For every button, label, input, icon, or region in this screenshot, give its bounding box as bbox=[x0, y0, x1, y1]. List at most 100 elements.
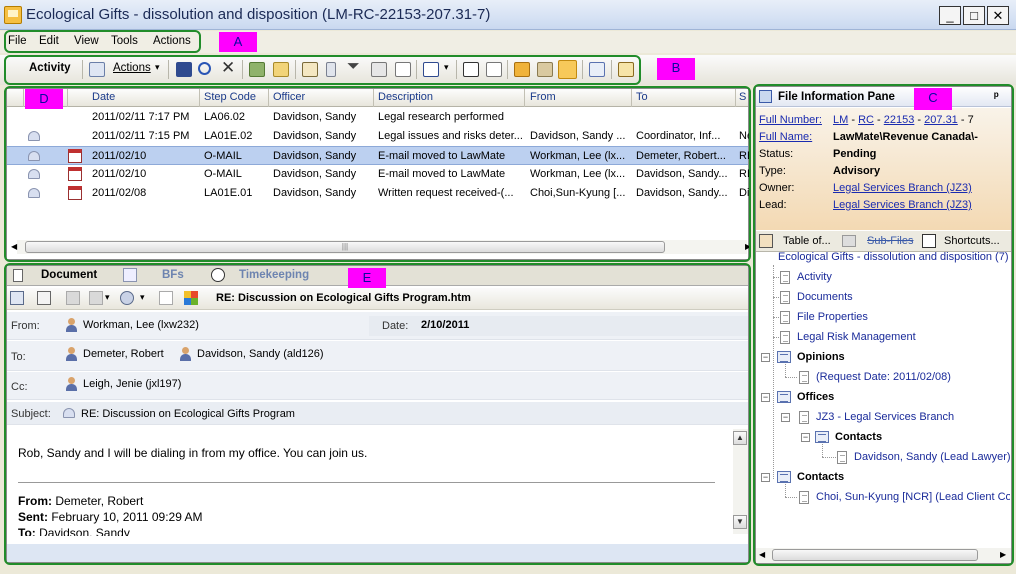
tree-documents[interactable]: Documents bbox=[797, 291, 853, 303]
owner-value[interactable]: Legal Services Branch (JZ3) bbox=[833, 182, 972, 194]
message-vertical-scrollbar[interactable]: ▲ ▼ bbox=[733, 429, 748, 534]
windows-icon[interactable] bbox=[184, 291, 198, 305]
menu-view[interactable]: View bbox=[74, 35, 99, 47]
sort-icon[interactable] bbox=[326, 62, 336, 77]
to-value-2[interactable]: Davidson, Sandy (ald126) bbox=[197, 348, 324, 360]
activity-button[interactable]: Activity bbox=[29, 62, 71, 74]
maximize-button[interactable]: □ bbox=[963, 6, 985, 25]
move-icon[interactable] bbox=[249, 62, 265, 77]
table-row[interactable]: 2011/02/10 O-MAIL Davidson, Sandy E-mail mo… bbox=[7, 146, 749, 165]
grid-view-dropdown-icon[interactable]: ▾ bbox=[444, 62, 449, 73]
grid-view-icon[interactable] bbox=[423, 62, 439, 77]
expand-icon[interactable] bbox=[486, 62, 502, 77]
column-officer[interactable]: Officer bbox=[273, 91, 305, 103]
tree-office-contacts[interactable]: Contacts bbox=[835, 431, 882, 443]
attach-icon[interactable] bbox=[537, 62, 553, 77]
table-row[interactable]: 2011/02/11 7:15 PM LA01E.02 Davidson, Sand… bbox=[7, 127, 749, 146]
tree-activity[interactable]: Activity bbox=[797, 271, 832, 283]
edit-dropdown-icon[interactable]: ▾ bbox=[105, 292, 110, 303]
preview-icon[interactable] bbox=[395, 62, 411, 77]
column-to[interactable]: To bbox=[636, 91, 648, 103]
scrollbar-thumb[interactable] bbox=[772, 549, 978, 561]
column-date[interactable]: Date bbox=[92, 91, 115, 103]
menu-actions[interactable]: Actions bbox=[153, 35, 191, 47]
collapse-icon[interactable]: − bbox=[761, 393, 770, 402]
tab-table-of-contents[interactable]: Table of... bbox=[783, 235, 831, 247]
tree-office-contact-davidson[interactable]: Davidson, Sandy (Lead Lawyer) bbox=[854, 451, 1011, 463]
cc-value[interactable]: Leigh, Jenie (jxl197) bbox=[83, 378, 181, 390]
save-icon[interactable] bbox=[176, 62, 192, 77]
grid-horizontal-scrollbar[interactable]: ◀ ||| ▶ bbox=[11, 240, 751, 254]
scroll-left-icon[interactable]: ◀ bbox=[11, 242, 17, 251]
open-external-icon[interactable] bbox=[463, 62, 479, 77]
full-number-part[interactable]: 207.31 bbox=[924, 114, 958, 126]
actions-button[interactable]: Actions bbox=[113, 62, 151, 74]
print-icon[interactable] bbox=[10, 291, 24, 305]
scroll-right-icon[interactable]: ▶ bbox=[745, 242, 751, 251]
column-from[interactable]: From bbox=[530, 91, 556, 103]
tab-sub-files[interactable]: Sub-Files bbox=[867, 235, 913, 247]
tab-timekeeping[interactable]: Timekeeping bbox=[239, 269, 309, 281]
from-value[interactable]: Workman, Lee (lxw232) bbox=[83, 319, 199, 331]
search-icon[interactable] bbox=[589, 62, 605, 77]
attachment-icon[interactable] bbox=[120, 291, 134, 305]
collapse-icon[interactable]: − bbox=[761, 353, 770, 362]
tree-root[interactable]: Ecological Gifts - dissolution and dispo… bbox=[778, 251, 1009, 263]
tab-shortcuts[interactable]: Shortcuts... bbox=[944, 235, 1000, 247]
check-icon[interactable] bbox=[66, 291, 80, 305]
menu-tools[interactable]: Tools bbox=[111, 35, 138, 47]
pane-toggle-icon[interactable] bbox=[558, 60, 577, 79]
properties-icon[interactable] bbox=[618, 62, 634, 77]
undo-icon[interactable] bbox=[198, 62, 211, 75]
pin-icon[interactable]: ᵖ bbox=[994, 89, 999, 103]
blank-doc-icon[interactable] bbox=[159, 291, 173, 305]
scroll-down-icon[interactable]: ▼ bbox=[733, 515, 747, 529]
refresh-icon[interactable] bbox=[514, 62, 530, 77]
full-name-label[interactable]: Full Name: bbox=[759, 131, 812, 143]
note-icon[interactable] bbox=[273, 62, 289, 77]
tab-bfs[interactable]: BFs bbox=[162, 269, 184, 281]
tree-contacts[interactable]: Contacts bbox=[797, 471, 844, 483]
filter-icon[interactable]: ⏷ bbox=[347, 58, 360, 76]
columns-icon[interactable] bbox=[302, 62, 318, 77]
tree-legal-risk-management[interactable]: Legal Risk Management bbox=[797, 331, 916, 343]
to-value-1[interactable]: Demeter, Robert bbox=[83, 348, 164, 360]
minimize-button[interactable]: _ bbox=[939, 6, 961, 25]
scroll-left-icon[interactable]: ◀ bbox=[759, 550, 765, 559]
tree-horizontal-scrollbar[interactable]: ◀ ▶ bbox=[756, 548, 1011, 563]
table-row[interactable]: 2011/02/08 LA01E.01 Davidson, Sandy Written… bbox=[7, 184, 749, 203]
full-number-label[interactable]: Full Number: bbox=[759, 114, 822, 126]
column-description[interactable]: Description bbox=[378, 91, 433, 103]
edit-icon[interactable] bbox=[89, 291, 103, 305]
table-row[interactable]: 2011/02/10 O-MAIL Davidson, Sandy E-mail mo… bbox=[7, 165, 749, 184]
lead-value[interactable]: Legal Services Branch (JZ3) bbox=[833, 199, 972, 211]
column-step-code[interactable]: Step Code bbox=[204, 91, 256, 103]
tree-file-properties[interactable]: File Properties bbox=[797, 311, 868, 323]
scroll-up-icon[interactable]: ▲ bbox=[733, 431, 747, 445]
collapse-icon[interactable]: − bbox=[801, 433, 810, 442]
menu-file[interactable]: File bbox=[8, 35, 27, 47]
tree-opinions[interactable]: Opinions bbox=[797, 351, 845, 363]
actions-dropdown-icon[interactable]: ▾ bbox=[155, 62, 160, 73]
column-s[interactable]: S bbox=[739, 91, 746, 103]
open-icon[interactable] bbox=[37, 291, 51, 305]
full-number-part[interactable]: 22153 bbox=[884, 114, 915, 126]
tree-opinion-request[interactable]: (Request Date: 2011/02/08) bbox=[816, 371, 951, 383]
scrollbar-thumb[interactable]: ||| bbox=[25, 241, 665, 253]
message-body[interactable]: Rob, Sandy and I will be dialing in from… bbox=[7, 426, 733, 546]
tree-contact-choi[interactable]: Choi, Sun-Kyung [NCR] (Lead Client Cor bbox=[816, 491, 1010, 503]
menu-edit[interactable]: Edit bbox=[39, 35, 59, 47]
collapse-icon[interactable]: − bbox=[761, 473, 770, 482]
tree-office-jz3[interactable]: JZ3 - Legal Services Branch bbox=[816, 411, 954, 423]
scroll-right-icon[interactable]: ▶ bbox=[1000, 550, 1006, 559]
full-number-part[interactable]: LM bbox=[833, 114, 848, 126]
full-number-part[interactable]: RC bbox=[858, 114, 874, 126]
delete-icon[interactable]: ✕ bbox=[221, 58, 235, 78]
group-icon[interactable] bbox=[371, 62, 387, 77]
tab-document[interactable]: Document bbox=[41, 269, 97, 281]
table-row[interactable]: 2011/02/11 7:17 PM LA06.02 Davidson, Sandy… bbox=[7, 108, 748, 127]
tree-offices[interactable]: Offices bbox=[797, 391, 834, 403]
collapse-icon[interactable]: − bbox=[781, 413, 790, 422]
attachment-dropdown-icon[interactable]: ▾ bbox=[140, 292, 145, 303]
close-button[interactable]: ✕ bbox=[987, 6, 1009, 25]
